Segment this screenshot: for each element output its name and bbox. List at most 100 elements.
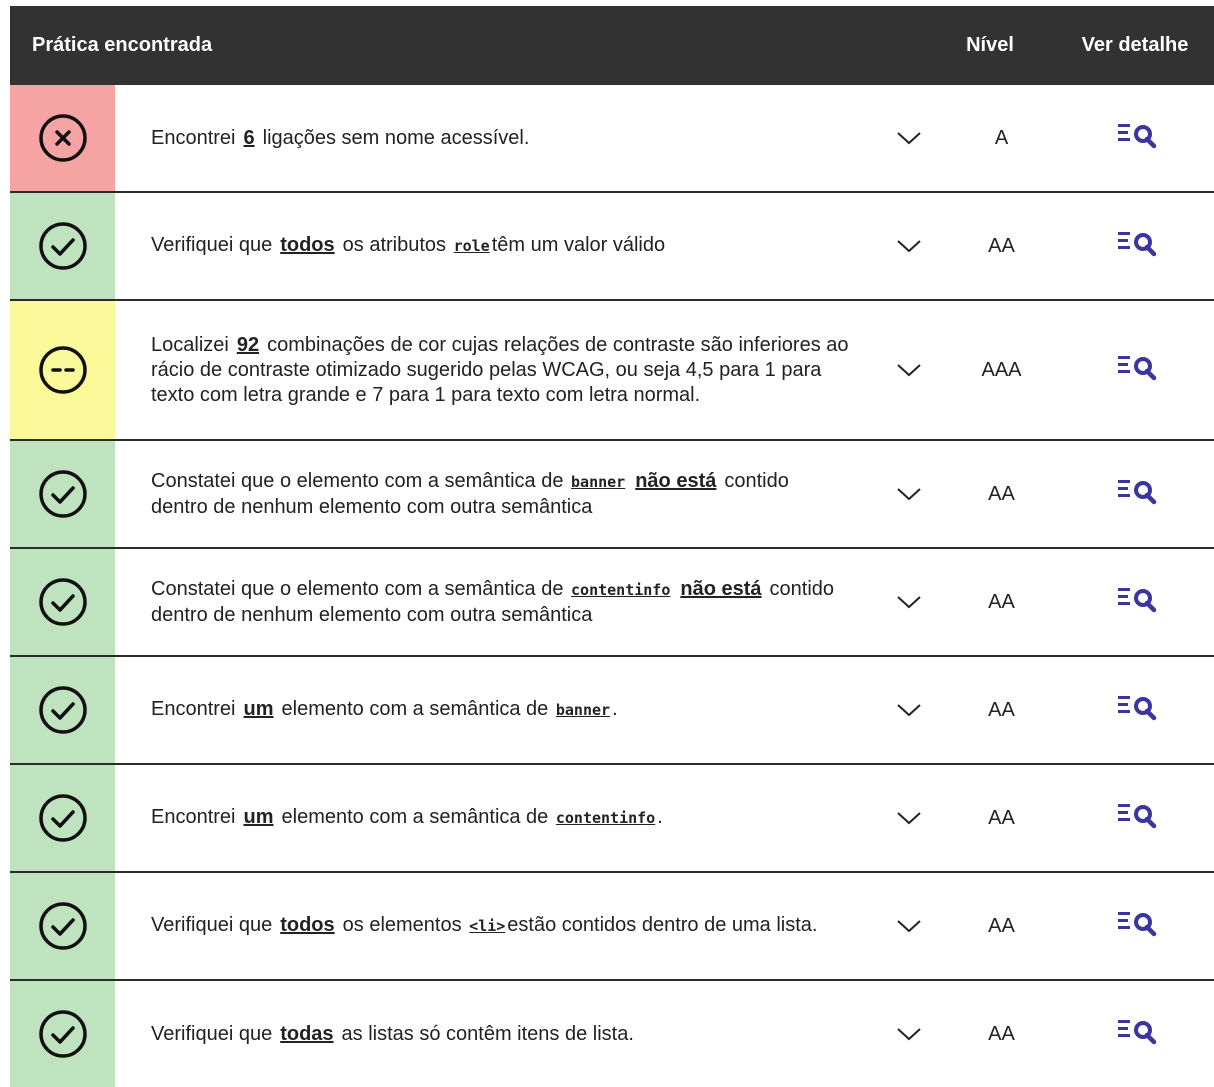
results-table: Prática encontrada Nível Ver detalhe Enc… [10, 6, 1214, 1087]
count-link[interactable]: todos [280, 234, 334, 256]
result-message: Localizei 92 combinações de cor cujas rela… [115, 301, 879, 439]
count-link[interactable]: 92 [237, 334, 259, 356]
result-message: Verifiquei que todos os atributos role têm … [115, 193, 879, 299]
expand-toggle[interactable] [879, 873, 939, 979]
table-row: Encontrei 6 ligações sem nome acessível. A [10, 85, 1214, 193]
table-row: Constatei que o elemento com a semântica… [10, 441, 1214, 549]
status-cell [10, 765, 115, 871]
table-row: Constatei que o elemento com a semântica… [10, 549, 1214, 657]
header-level: Nível [966, 34, 1014, 56]
status-cell [10, 549, 115, 655]
code-term: role [453, 237, 490, 255]
detail-search-icon [1118, 1020, 1157, 1045]
result-message: Encontrei 6 ligações sem nome acessível. [115, 85, 879, 191]
chevron-down-icon [897, 1028, 921, 1041]
status-cell [10, 873, 115, 979]
count-link[interactable]: um [244, 806, 274, 828]
message-text: estão contidos dentro de uma lista. [507, 914, 818, 936]
message-text: os elementos [342, 914, 462, 936]
table-row: Encontrei um elemento com a semântica de b… [10, 657, 1214, 765]
check-icon [38, 470, 87, 518]
view-detail-button[interactable] [1064, 765, 1214, 871]
expand-toggle[interactable] [879, 301, 939, 439]
result-message: Encontrei um elemento com a semântica de b… [115, 657, 879, 763]
code-term: banner [555, 701, 611, 719]
view-detail-button[interactable] [1064, 193, 1214, 299]
message-text: . [657, 806, 663, 828]
message-text: elemento com a semântica de [281, 806, 549, 828]
level-cell: AA [988, 914, 1015, 937]
view-detail-button[interactable] [1064, 85, 1214, 191]
view-detail-button[interactable] [1064, 549, 1214, 655]
check-icon [38, 902, 87, 950]
message-text: os atributos [342, 234, 447, 256]
expand-toggle[interactable] [879, 85, 939, 191]
message-text: Encontrei [151, 806, 236, 828]
chevron-down-icon [897, 920, 921, 933]
result-message: Verifiquei que todas as listas só contêm i… [115, 981, 879, 1087]
level-cell: AA [988, 806, 1015, 829]
level-cell: AA [988, 482, 1015, 505]
result-message: Encontrei um elemento com a semântica de c… [115, 765, 879, 871]
message-text: as listas só contêm itens de lista. [341, 1022, 634, 1045]
table-row: Verifiquei que todas as listas só contêm i… [10, 981, 1214, 1087]
header-practice: Prática encontrada [32, 34, 213, 56]
view-detail-button[interactable] [1064, 981, 1214, 1087]
table-row: Localizei 92 combinações de cor cujas rela… [10, 301, 1214, 441]
table-row: Verifiquei que todos os elementos <li> estã… [10, 873, 1214, 981]
count-link[interactable]: todos [280, 914, 334, 936]
level-cell: AA [988, 698, 1015, 721]
emphasis-link[interactable]: não está [680, 578, 761, 600]
status-cell [10, 657, 115, 763]
code-term: <li> [469, 917, 506, 935]
message-text: Localizei [151, 333, 229, 356]
message-text: ligações sem nome acessível. [262, 126, 530, 149]
message-text: elemento com a semântica de [281, 698, 549, 720]
chevron-down-icon [897, 812, 921, 825]
message-text: Verifiquei que [151, 914, 273, 936]
view-detail-button[interactable] [1064, 873, 1214, 979]
view-detail-button[interactable] [1064, 301, 1214, 439]
table-row: Verifiquei que todos os atributos role têm … [10, 193, 1214, 301]
expand-toggle[interactable] [879, 657, 939, 763]
detail-search-icon [1118, 232, 1157, 257]
message-text: Encontrei [151, 126, 236, 149]
message-text: . [612, 698, 618, 720]
chevron-down-icon [897, 704, 921, 717]
chevron-down-icon [897, 364, 921, 377]
check-icon [38, 686, 87, 734]
expand-toggle[interactable] [879, 193, 939, 299]
status-cell [10, 193, 115, 299]
detail-search-icon [1118, 696, 1157, 721]
emphasis-link[interactable]: não está [635, 470, 716, 492]
detail-search-icon [1118, 804, 1157, 829]
expand-toggle[interactable] [879, 549, 939, 655]
level-cell: A [994, 126, 1009, 149]
count-link[interactable]: todas [280, 1023, 333, 1045]
check-icon [38, 222, 87, 270]
detail-search-icon [1118, 480, 1157, 505]
chevron-down-icon [897, 596, 921, 609]
expand-toggle[interactable] [879, 981, 939, 1087]
view-detail-button[interactable] [1064, 441, 1214, 547]
check-icon [38, 794, 87, 842]
table-header: Prática encontrada Nível Ver detalhe [10, 6, 1214, 85]
code-term: contentinfo [555, 809, 656, 827]
detail-search-icon [1118, 124, 1157, 149]
table-row: Encontrei um elemento com a semântica de c… [10, 765, 1214, 873]
chevron-down-icon [897, 132, 921, 145]
expand-toggle[interactable] [879, 765, 939, 871]
level-cell: AAA [981, 358, 1022, 381]
message-text: Verifiquei que [151, 234, 273, 256]
count-link[interactable]: um [244, 698, 274, 720]
expand-toggle[interactable] [879, 441, 939, 547]
check-icon [38, 578, 87, 626]
status-cell [10, 85, 115, 191]
level-cell: AA [988, 590, 1015, 613]
detail-search-icon [1118, 588, 1157, 613]
message-text: Verifiquei que [151, 1022, 273, 1045]
count-link[interactable]: 6 [244, 127, 255, 149]
view-detail-button[interactable] [1064, 657, 1214, 763]
result-message: Verifiquei que todos os elementos <li> estã… [115, 873, 879, 979]
status-cell [10, 301, 115, 439]
